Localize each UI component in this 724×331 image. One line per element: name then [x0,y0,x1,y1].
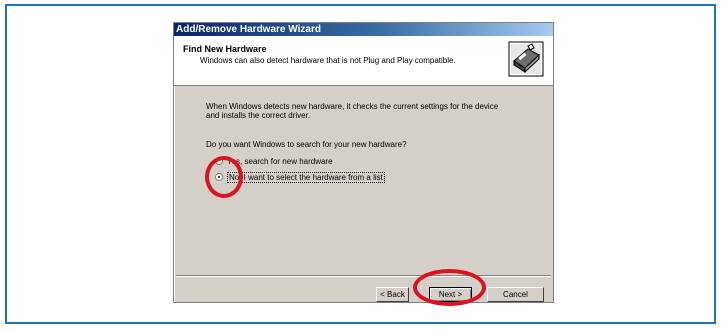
radio-option-search[interactable]: Yes, search for new hardware [215,155,333,167]
radio-label-select-from-list: No, I want to select the hardware from a… [227,171,385,183]
page-subtitle: Windows can also detect hardware that is… [200,56,456,65]
window-title: Add/Remove Hardware Wizard [176,24,321,35]
wizard-header: Find New Hardware Windows can also detec… [174,36,553,86]
wizard-window: Add/Remove Hardware Wizard Find New Hard… [173,22,554,303]
cancel-button[interactable]: Cancel [487,287,544,302]
search-question: Do you want Windows to search for your n… [206,140,407,149]
hardware-wizard-icon [508,41,544,77]
back-button[interactable]: < Back [376,287,409,302]
radio-button-select-from-list[interactable] [215,173,223,181]
radio-label-search: Yes, search for new hardware [227,156,333,166]
radio-option-select-from-list[interactable]: No, I want to select the hardware from a… [215,171,385,183]
description-line-2: and installs the correct driver. [206,111,311,120]
next-button[interactable]: Next > [429,287,472,302]
button-separator [176,275,551,277]
title-bar[interactable]: Add/Remove Hardware Wizard [174,23,553,36]
page-title: Find New Hardware [183,44,267,54]
radio-button-search[interactable] [215,157,223,165]
